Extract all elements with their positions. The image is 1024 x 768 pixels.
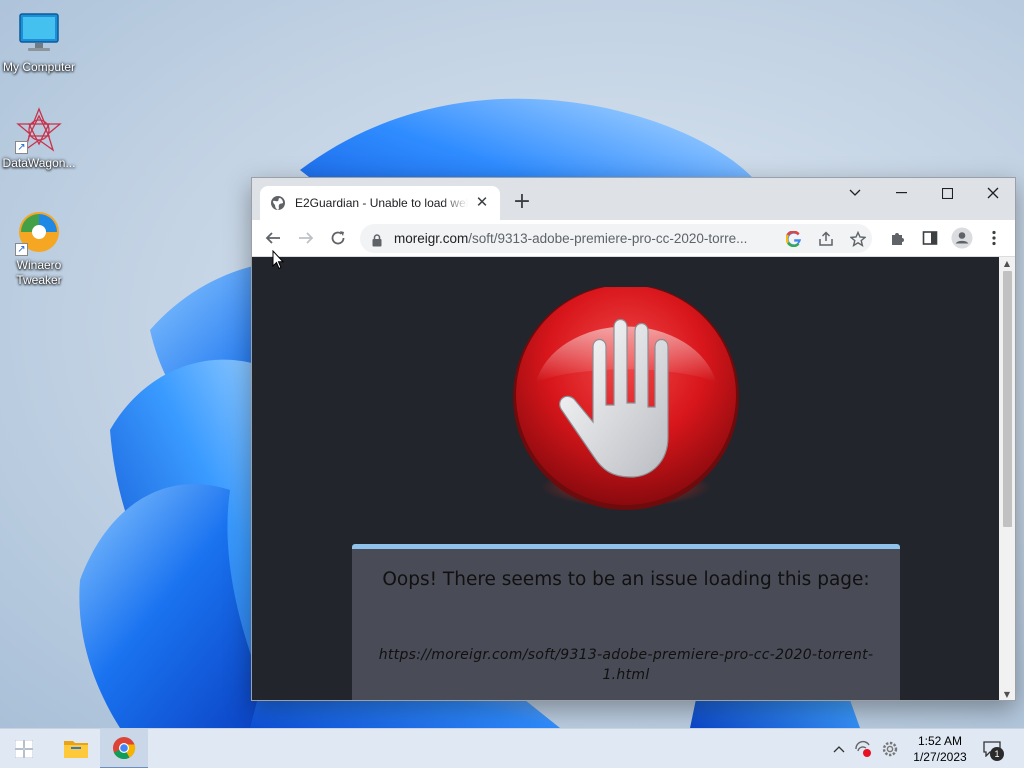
blocked-url: https://moreigr.com/soft/9313-adobe-prem…: [370, 645, 882, 685]
extensions-button[interactable]: [886, 226, 910, 250]
browser-toolbar: moreigr.com/soft/9313-adobe-premiere-pro…: [252, 220, 1015, 257]
network-disconnected-icon: [855, 740, 871, 757]
close-icon: [987, 187, 999, 199]
page-scrollbar[interactable]: ▲ ▼: [999, 257, 1015, 700]
maximize-icon: [941, 187, 953, 199]
taskbar-chrome[interactable]: [100, 729, 148, 768]
back-arrow-icon: [265, 232, 280, 244]
folder-icon: [64, 741, 88, 758]
shortcut-arrow-icon: ↗: [15, 243, 28, 256]
share-icon[interactable]: [817, 230, 835, 248]
google-translate-icon[interactable]: [785, 230, 803, 248]
browser-window: E2Guardian - Unable to load web ✕ + more…: [251, 177, 1016, 701]
mouse-cursor-icon: [272, 250, 284, 270]
windows-logo-icon: [15, 740, 33, 758]
minimize-icon: [895, 192, 907, 194]
reload-button[interactable]: [326, 226, 350, 250]
url-path: /soft/9313-adobe-premiere-pro-cc-2020-to…: [468, 231, 748, 246]
kebab-menu-icon: [992, 230, 996, 246]
scroll-up-arrow-icon[interactable]: ▲: [999, 257, 1015, 271]
settings-tray-icon[interactable]: [880, 739, 900, 759]
taskbar-file-explorer[interactable]: [52, 729, 100, 768]
forward-button[interactable]: [294, 226, 318, 250]
reload-icon: [331, 231, 345, 245]
clock-date: 1/27/2023: [913, 750, 967, 764]
desktop-icon-label: My Computer: [2, 60, 76, 74]
tab-close-button[interactable]: ✕: [474, 195, 490, 211]
browser-titlebar[interactable]: E2Guardian - Unable to load web ✕ +: [252, 178, 1015, 220]
lock-icon: [372, 232, 382, 251]
minimize-button[interactable]: [878, 178, 924, 208]
bookmark-star-icon[interactable]: [849, 230, 867, 248]
new-tab-button[interactable]: +: [510, 191, 534, 215]
side-panel-button[interactable]: [918, 226, 942, 250]
desktop-icon-datawagon[interactable]: ↗ DataWagon...: [0, 106, 78, 171]
error-message-box: Oops! There seems to be an issue loading…: [352, 544, 900, 700]
taskbar: 1:52 AM 1/27/2023 1: [0, 728, 1024, 768]
system-clock[interactable]: 1:52 AM 1/27/2023: [900, 733, 980, 765]
desktop-icon-label: DataWagon...: [2, 156, 76, 170]
network-tray-icon[interactable]: [853, 739, 873, 759]
browser-tab[interactable]: E2Guardian - Unable to load web ✕: [260, 186, 500, 220]
shortcut-arrow-icon: ↗: [15, 141, 28, 154]
maximize-button[interactable]: [924, 178, 970, 208]
desktop-icon-my-computer[interactable]: My Computer: [0, 10, 78, 75]
globe-icon: [270, 195, 286, 211]
back-button[interactable]: [261, 226, 285, 250]
datawagon-icon: ↗: [15, 106, 63, 154]
stop-hand-icon: [513, 287, 739, 510]
blocked-url-line: 1.html: [602, 667, 650, 683]
close-window-button[interactable]: [970, 178, 1015, 208]
monitor-icon: [15, 10, 63, 58]
address-bar[interactable]: moreigr.com/soft/9313-adobe-premiere-pro…: [360, 224, 872, 253]
address-url: moreigr.com/soft/9313-adobe-premiere-pro…: [394, 231, 747, 246]
forward-arrow-icon: [299, 232, 314, 244]
scroll-down-arrow-icon[interactable]: ▼: [999, 688, 1015, 700]
clock-time: 1:52 AM: [917, 734, 963, 748]
avatar-icon: [951, 227, 973, 249]
notification-count-badge: 1: [990, 747, 1004, 761]
chrome-icon: [113, 737, 136, 760]
tab-search-button[interactable]: [832, 178, 878, 208]
error-message-title: Oops! There seems to be an issue loading…: [382, 569, 870, 590]
profile-button[interactable]: [950, 226, 974, 250]
menu-button[interactable]: [982, 226, 1006, 250]
winaero-icon: ↗: [15, 208, 63, 256]
blocked-url-line: https://moreigr.com/soft/9313-adobe-prem…: [378, 647, 874, 663]
puzzle-icon: [892, 233, 904, 245]
chevron-down-icon: [849, 189, 861, 196]
tab-title: E2Guardian - Unable to load web: [295, 196, 468, 210]
desktop-icon-label: Winaero Tweaker: [16, 258, 62, 287]
gear-icon: [882, 741, 898, 757]
page-content: Oops! There seems to be an issue loading…: [252, 257, 1000, 700]
start-button[interactable]: [0, 729, 48, 768]
scrollbar-thumb[interactable]: [1003, 271, 1012, 527]
side-panel-icon: [922, 231, 938, 245]
show-hidden-icons-button[interactable]: [829, 739, 849, 759]
chevron-up-icon: [833, 746, 845, 753]
url-host: moreigr.com: [394, 231, 469, 246]
desktop-icon-winaero-tweaker[interactable]: ↗ Winaero Tweaker: [0, 208, 78, 288]
